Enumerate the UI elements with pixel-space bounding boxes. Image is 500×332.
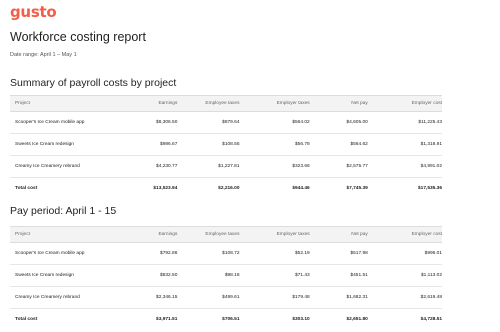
table-row: Creamy Ice Creamery rebrand $4,230.77 $1… — [10, 155, 442, 178]
total-row: Total cost $13,523.94 $2,216.00 $944.46 … — [10, 178, 442, 200]
earnings-cell: $832.50 — [139, 264, 178, 287]
project-cell: Scooper's Ice Cream mobile app — [10, 111, 140, 134]
table-header-row: Project Earnings Employee taxes Employer… — [10, 226, 442, 243]
project-cell: Creamy Ice Creamery rebrand — [10, 286, 140, 309]
project-cell: Sweets Ice Cream redesign — [10, 133, 140, 156]
table-row: Creamy Ice Creamery rebrand $2,346.15 $4… — [10, 286, 442, 309]
column-header-net-pay: Net pay — [309, 226, 368, 243]
column-header-employee-taxes: Employee taxes — [177, 226, 240, 243]
employee-taxes-cell: $1,227.81 — [177, 155, 240, 178]
employer-cost-cell: $2,619.48 — [367, 286, 442, 309]
total-employer-taxes-cell: $303.10 — [292, 317, 310, 322]
column-header-earnings: Earnings — [139, 226, 178, 243]
employer-taxes-cell: $323.66 — [239, 155, 310, 178]
pay-period-table: Project Earnings Employee taxes Employer… — [10, 226, 442, 330]
net-pay-cell: $517.98 — [309, 242, 368, 265]
column-header-employer-taxes: Employer taxes — [239, 95, 310, 112]
earnings-cell: $8,306.50 — [139, 111, 178, 134]
total-row: Total cost $3,971.51 $706.51 $303.10 $2,… — [10, 309, 442, 331]
column-header-project: Project — [10, 95, 140, 112]
employer-cost-cell: $4,991.02 — [367, 155, 442, 178]
employee-taxes-cell: $98.18 — [177, 264, 240, 287]
summary-section-title: Summary of payroll costs by project — [10, 77, 177, 89]
summary-table: Project Earnings Employee taxes Employer… — [10, 95, 442, 199]
employee-taxes-cell: $108.55 — [177, 133, 240, 156]
employer-taxes-cell: $71.43 — [239, 264, 310, 287]
employer-taxes-cell: $179.48 — [239, 286, 310, 309]
earnings-cell: $792.86 — [139, 242, 178, 265]
total-employee-taxes-cell: $2,216.00 — [218, 186, 240, 191]
total-label: Total cost — [15, 317, 38, 322]
earnings-cell: $4,230.77 — [139, 155, 178, 178]
employer-taxes-cell: $56.78 — [239, 133, 310, 156]
total-label: Total cost — [15, 186, 38, 191]
table-row: Scooper's Ice Cream mobile app $8,306.50… — [10, 111, 442, 134]
employee-taxes-cell: $499.61 — [177, 286, 240, 309]
column-header-employee-taxes: Employee taxes — [177, 95, 240, 112]
table-row: Scooper's Ice Cream mobile app $792.86 $… — [10, 242, 442, 265]
employer-cost-cell: $1,113.02 — [367, 264, 442, 287]
project-cell: Sweets Ice Cream redesign — [10, 264, 140, 287]
table-row: Sweets Ice Cream redesign $986.67 $108.5… — [10, 133, 442, 156]
total-employee-taxes-cell: $706.51 — [222, 317, 240, 322]
employer-taxes-cell: $564.02 — [239, 111, 310, 134]
employer-cost-cell: $1,318.91 — [367, 133, 442, 156]
earnings-cell: $2,346.15 — [139, 286, 178, 309]
column-header-net-pay: Net pay — [309, 95, 368, 112]
earnings-cell: $986.67 — [139, 133, 178, 156]
net-pay-cell: $564.62 — [309, 133, 368, 156]
date-range: Date range: April 1 – May 1 — [10, 52, 77, 58]
page-title: Workforce costing report — [10, 30, 146, 44]
column-header-project: Project — [10, 226, 140, 243]
project-cell: Creamy Ice Creamery rebrand — [10, 155, 140, 178]
project-cell: Scooper's Ice Cream mobile app — [10, 242, 140, 265]
employer-cost-cell: $11,225.43 — [367, 111, 442, 134]
column-header-employer-cost: Employer cost — [367, 226, 442, 243]
table-header-row: Project Earnings Employee taxes Employer… — [10, 95, 442, 112]
net-pay-cell: $2,575.77 — [309, 155, 368, 178]
total-net-pay-cell: $2,651.80 — [346, 317, 368, 322]
employer-taxes-cell: $52.19 — [239, 242, 310, 265]
column-header-employer-cost: Employer cost — [367, 95, 442, 112]
gusto-logo: gusto — [10, 3, 57, 21]
net-pay-cell: $1,682.31 — [309, 286, 368, 309]
total-earnings-cell: $3,971.51 — [156, 317, 178, 322]
total-employer-taxes-cell: $944.46 — [292, 186, 310, 191]
total-employer-cost-cell: $4,728.51 — [420, 317, 442, 322]
net-pay-cell: $451.51 — [309, 264, 368, 287]
net-pay-cell: $4,605.00 — [309, 111, 368, 134]
employer-cost-cell: $996.01 — [367, 242, 442, 265]
employee-taxes-cell: $108.72 — [177, 242, 240, 265]
column-header-employer-taxes: Employer taxes — [239, 226, 310, 243]
column-header-earnings: Earnings — [139, 95, 178, 112]
table-row: Sweets Ice Cream redesign $832.50 $98.18… — [10, 264, 442, 287]
total-net-pay-cell: $7,745.39 — [346, 186, 368, 191]
employee-taxes-cell: $879.64 — [177, 111, 240, 134]
total-earnings-cell: $13,523.94 — [153, 186, 178, 191]
pay-period-section-title: Pay period: April 1 - 15 — [10, 205, 117, 217]
total-employer-cost-cell: $17,535.36 — [417, 186, 442, 191]
